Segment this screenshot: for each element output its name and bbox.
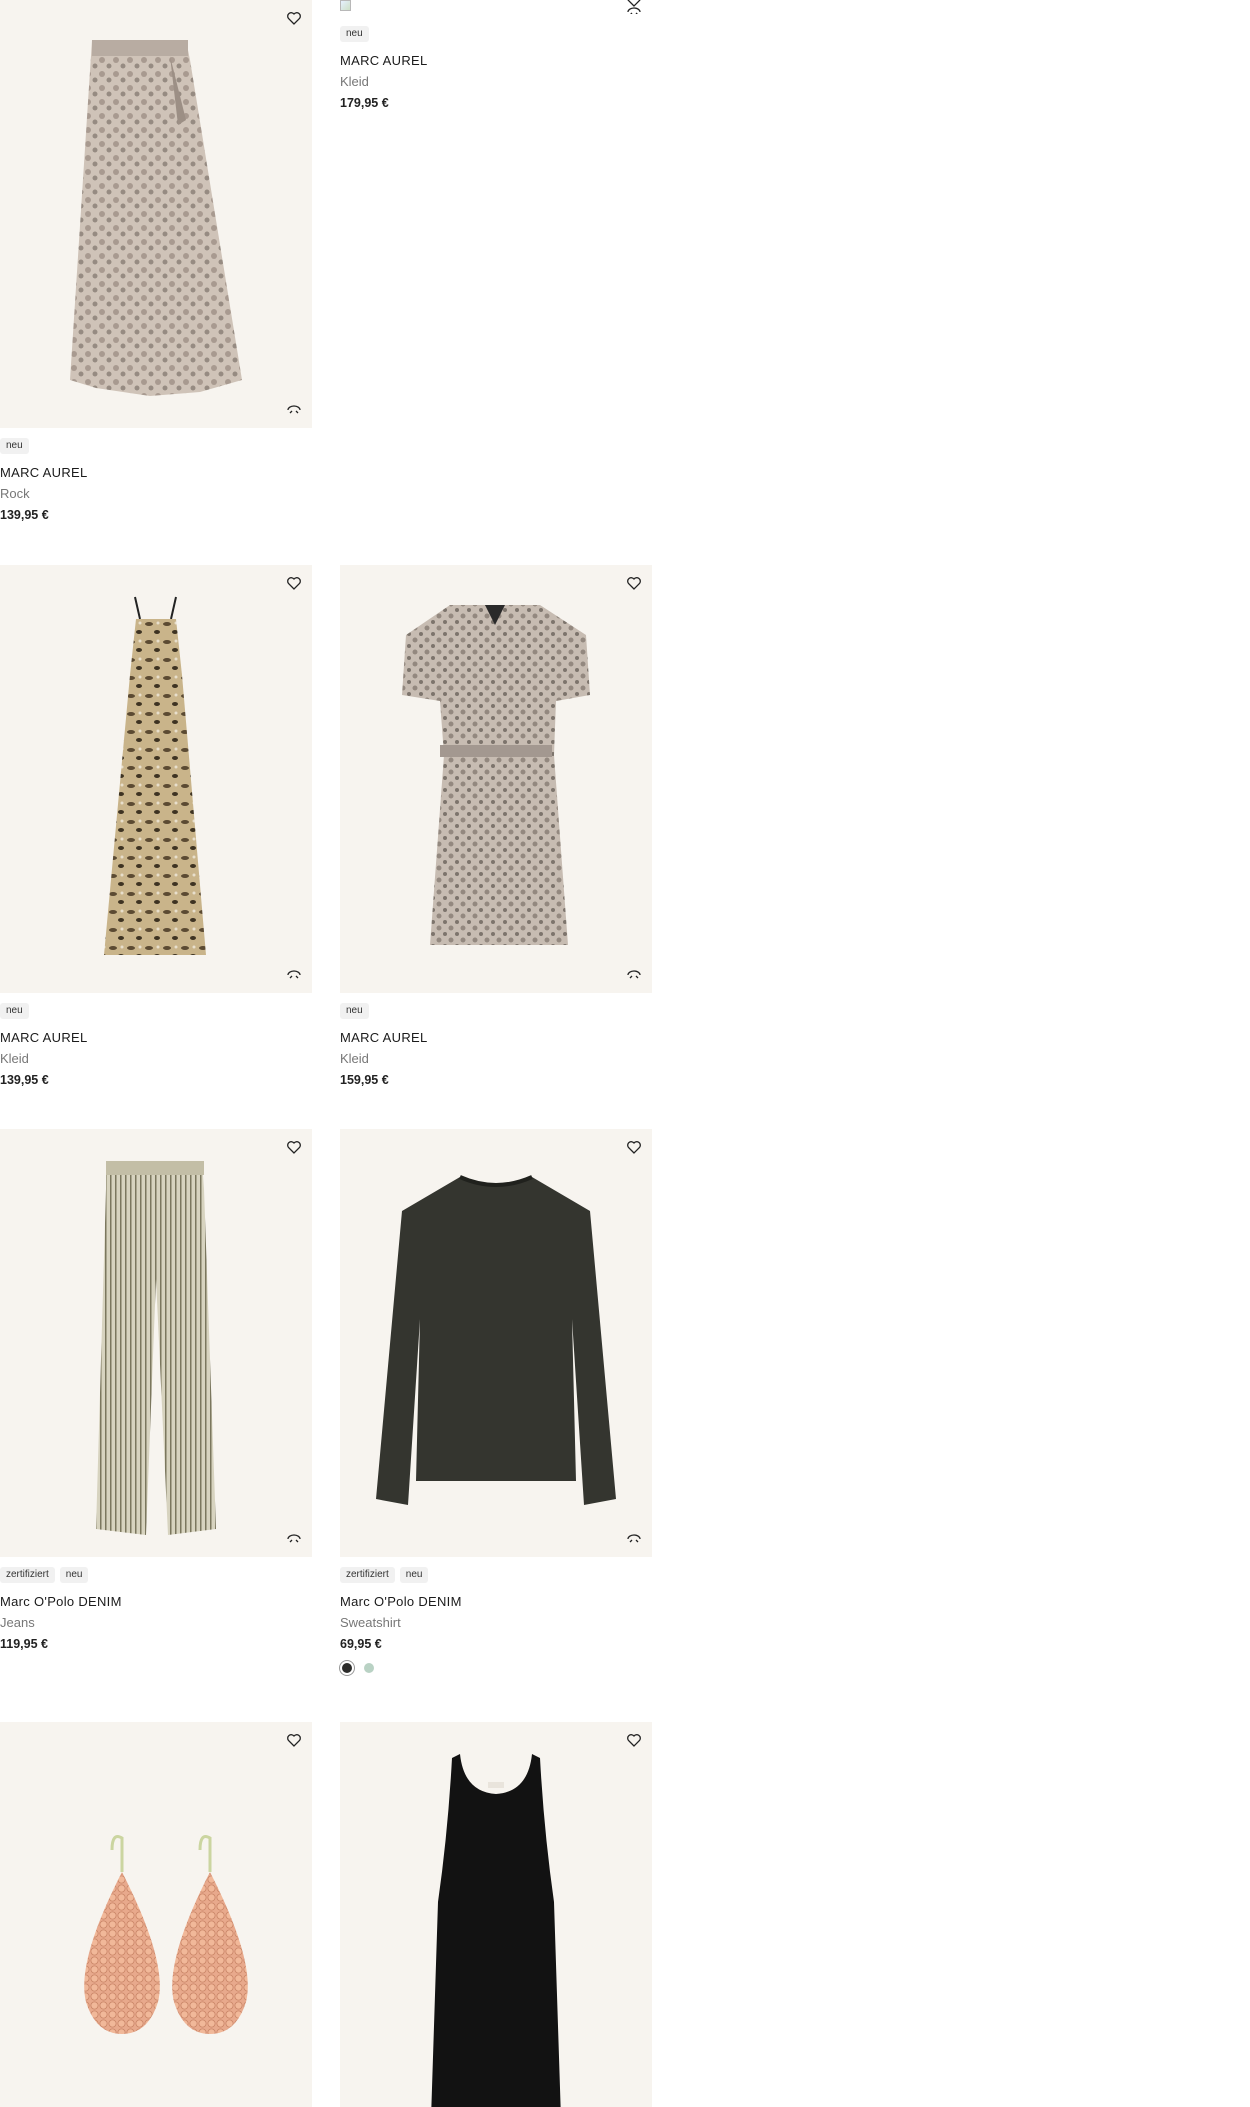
heart-icon[interactable] — [286, 1139, 302, 1155]
similar-items-icon[interactable] — [286, 1533, 302, 1545]
product-category[interactable]: Kleid — [340, 1050, 652, 1068]
color-swatch-list — [340, 1663, 652, 1673]
badge-new: neu — [340, 26, 369, 42]
product-card[interactable] — [0, 1722, 312, 2107]
product-image-earrings — [84, 1835, 248, 2034]
product-brand[interactable]: MARC AUREL — [0, 464, 312, 482]
product-category[interactable]: Jeans — [0, 1614, 312, 1632]
product-price: 119,95 € — [0, 1637, 48, 1651]
product-card[interactable]: neu MARC AUREL Rock 139,95 € — [0, 0, 312, 524]
badge-new: neu — [0, 438, 29, 454]
product-brand[interactable]: MARC AUREL — [340, 52, 652, 70]
heart-icon[interactable] — [286, 1732, 302, 1748]
product-image-container[interactable] — [340, 565, 652, 993]
color-swatch-mint[interactable] — [364, 1663, 374, 1673]
broken-image-icon — [340, 0, 351, 11]
product-image-skirt — [70, 40, 242, 396]
product-category[interactable]: Kleid — [340, 73, 652, 91]
similar-items-icon[interactable] — [626, 969, 642, 981]
product-brand[interactable]: Marc O'Polo DENIM — [0, 1593, 312, 1611]
product-image-sweatshirt — [376, 1175, 616, 1505]
product-image-container[interactable] — [0, 565, 312, 993]
product-image-container[interactable] — [0, 0, 312, 428]
product-image-container[interactable] — [340, 1129, 652, 1557]
product-image-shirt-dress — [402, 605, 590, 945]
product-image-container[interactable] — [0, 1722, 312, 2107]
heart-icon[interactable] — [626, 1732, 642, 1748]
product-price: 139,95 € — [0, 1073, 49, 1087]
badge-list: neu — [0, 438, 312, 454]
product-card[interactable] — [340, 1722, 652, 2107]
product-category[interactable]: Sweatshirt — [340, 1614, 652, 1632]
badge-certified: zertifiziert — [340, 1567, 395, 1583]
similar-items-icon[interactable] — [286, 969, 302, 981]
heart-icon[interactable] — [626, 575, 642, 591]
product-brand[interactable]: Marc O'Polo DENIM — [340, 1593, 652, 1611]
badge-new: neu — [0, 1003, 29, 1019]
similar-items-icon[interactable] — [626, 1533, 642, 1545]
badge-list: neu — [340, 26, 652, 42]
badge-certified: zertifiziert — [0, 1567, 55, 1583]
product-card[interactable]: zertifiziert neu Marc O'Polo DENIM Jeans… — [0, 1129, 312, 1653]
color-swatch-dark[interactable] — [342, 1663, 352, 1673]
badge-list: neu — [0, 1003, 312, 1019]
product-price: 139,95 € — [0, 508, 49, 522]
badge-list: zertifiziert neu — [0, 1567, 312, 1583]
heart-icon[interactable] — [286, 10, 302, 26]
heart-icon[interactable] — [626, 1139, 642, 1155]
product-image-container[interactable] — [0, 1129, 312, 1557]
product-price: 69,95 € — [340, 1637, 382, 1651]
badge-new: neu — [340, 1003, 369, 1019]
product-category[interactable]: Rock — [0, 485, 312, 503]
product-card[interactable]: neu MARC AUREL Kleid 179,95 € — [340, 0, 652, 112]
product-card[interactable]: zertifiziert neu Marc O'Polo DENIM Sweat… — [340, 1129, 652, 1673]
product-card[interactable]: neu MARC AUREL Kleid 159,95 € — [340, 565, 652, 1089]
similar-items-icon[interactable] — [286, 404, 302, 416]
product-image-dress-animal-print — [104, 596, 206, 955]
badge-new: neu — [59, 1567, 89, 1583]
heart-icon[interactable] — [286, 575, 302, 591]
product-price: 179,95 € — [340, 96, 389, 110]
product-brand[interactable]: MARC AUREL — [0, 1029, 312, 1047]
product-image-striped-jeans — [96, 1161, 216, 1535]
product-price: 159,95 € — [340, 1073, 389, 1087]
product-image-black-dress — [431, 1754, 561, 2107]
badge-list: zertifiziert neu — [340, 1567, 652, 1583]
product-category[interactable]: Kleid — [0, 1050, 312, 1068]
product-brand[interactable]: MARC AUREL — [340, 1029, 652, 1047]
product-image-container[interactable] — [340, 0, 652, 14]
similar-items-icon[interactable] — [626, 6, 642, 14]
badge-new: neu — [399, 1567, 429, 1583]
badge-list: neu — [340, 1003, 652, 1019]
product-image-container[interactable] — [340, 1722, 652, 2107]
product-card[interactable]: neu MARC AUREL Kleid 139,95 € — [0, 565, 312, 1089]
